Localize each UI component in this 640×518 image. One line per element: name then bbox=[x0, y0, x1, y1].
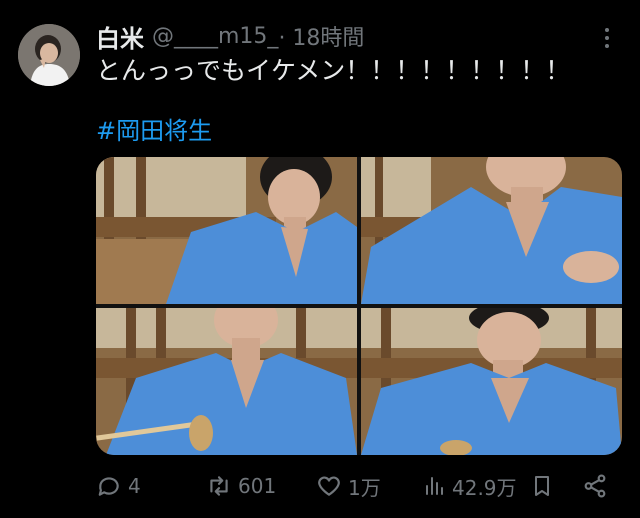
like-count: 1万 bbox=[348, 475, 381, 500]
user-handle[interactable]: @____m15_ bbox=[152, 24, 278, 49]
bookmark-button[interactable] bbox=[530, 466, 554, 506]
tweet-actions: 4 601 1万 42.9万 bbox=[96, 466, 616, 506]
display-name[interactable]: 白米 bbox=[96, 19, 144, 54]
photo-3[interactable] bbox=[96, 308, 357, 455]
view-count: 42.9万 bbox=[452, 475, 517, 500]
bar-chart-icon bbox=[426, 477, 443, 495]
views-button[interactable]: 42.9万 bbox=[422, 466, 517, 506]
photo-2[interactable] bbox=[361, 157, 622, 304]
more-dots-icon[interactable] bbox=[596, 24, 618, 52]
retweet-button[interactable]: 601 bbox=[206, 466, 276, 506]
tweet-timestamp[interactable]: · 18時間 bbox=[278, 20, 364, 52]
share-icon bbox=[584, 474, 606, 498]
retweet-arrows-icon bbox=[210, 476, 228, 496]
hashtag-link[interactable]: #岡田将生 bbox=[96, 114, 212, 148]
avatar[interactable] bbox=[18, 24, 80, 86]
reply-button[interactable]: 4 bbox=[96, 466, 141, 506]
share-button[interactable] bbox=[582, 466, 608, 506]
media-grid bbox=[96, 157, 622, 455]
photo-1[interactable] bbox=[96, 157, 357, 304]
avatar-image bbox=[18, 24, 80, 86]
tweet-author: 白米 @____m15_ · 18時間 bbox=[96, 18, 364, 54]
retweet-count: 601 bbox=[238, 474, 277, 498]
like-button[interactable]: 1万 bbox=[316, 466, 381, 506]
speech-bubble-icon bbox=[98, 477, 119, 496]
tweet-text: とんっっでもイケメン！！！！！！！！！ bbox=[96, 56, 571, 85]
heart-icon bbox=[318, 476, 340, 496]
reply-count: 4 bbox=[128, 474, 141, 498]
photo-4[interactable] bbox=[361, 308, 622, 455]
bookmark-icon bbox=[535, 476, 549, 496]
